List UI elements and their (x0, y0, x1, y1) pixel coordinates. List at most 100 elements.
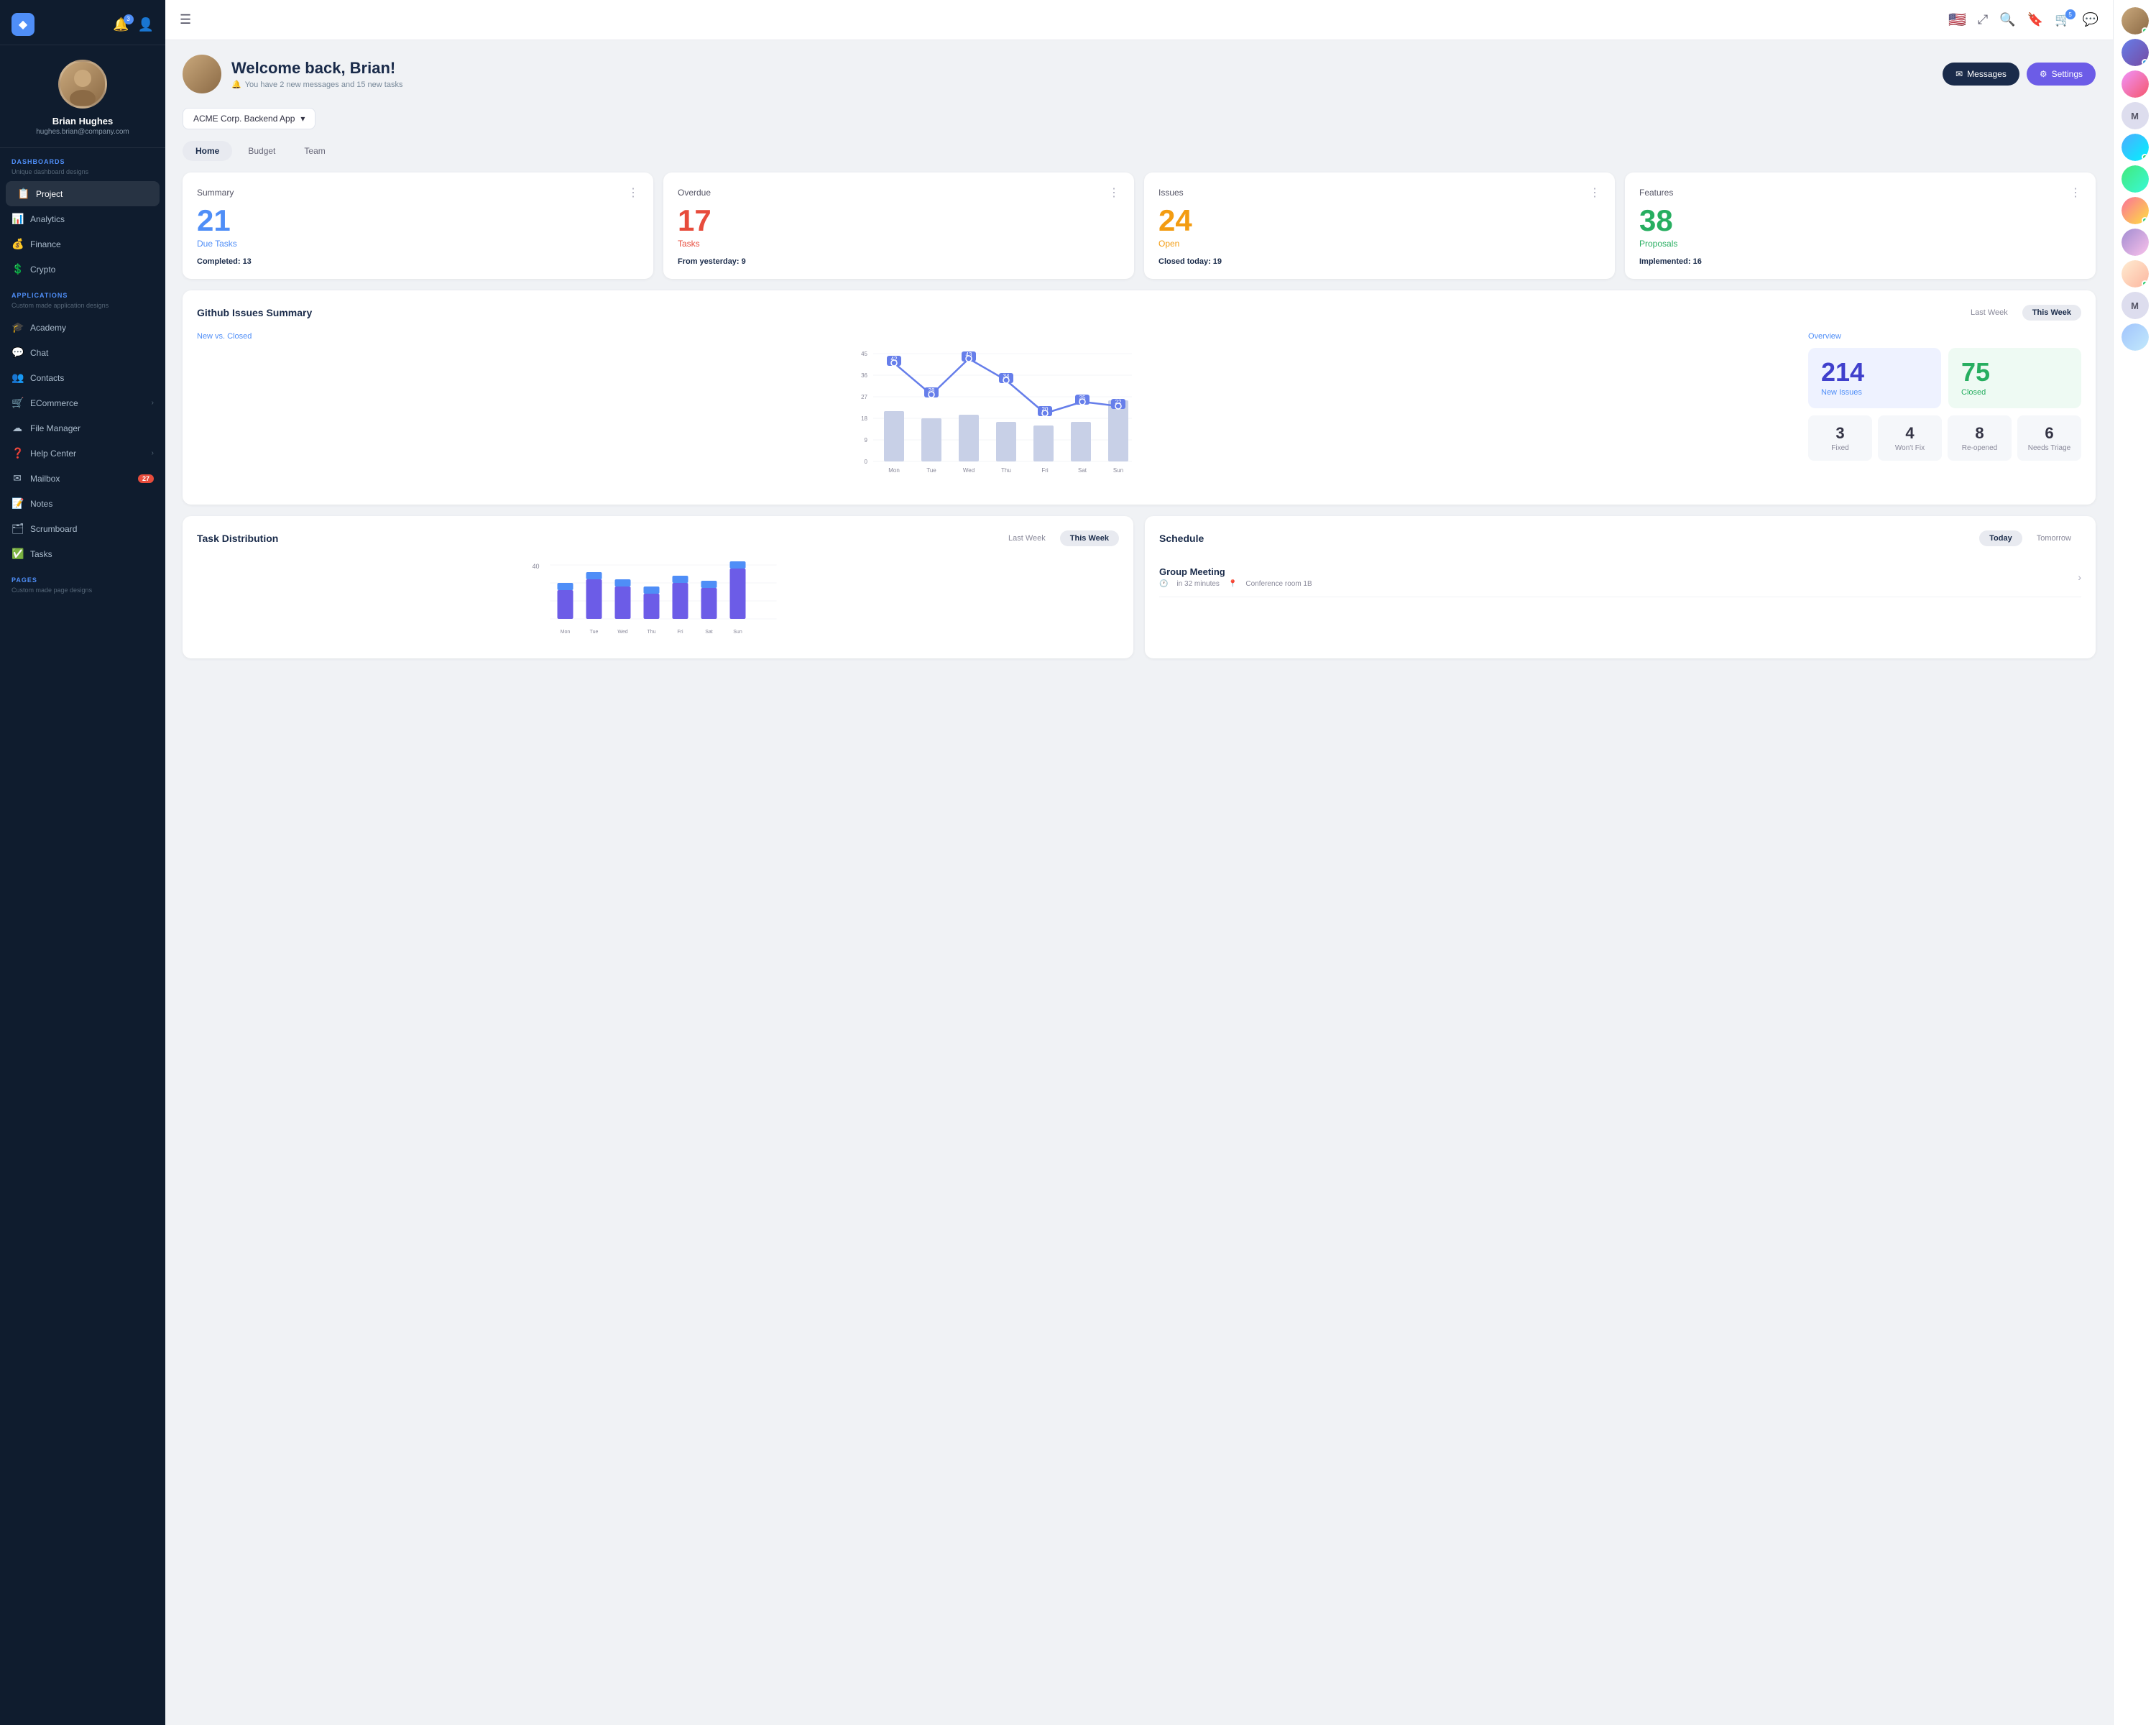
last-week-button[interactable]: Last Week (1961, 305, 2018, 321)
right-avatar-7[interactable] (2122, 197, 2149, 224)
expand-icon[interactable]: ⤢ (1978, 12, 1988, 27)
ecommerce-icon: 🛒 (11, 397, 23, 409)
sidebar-item-label: Finance (30, 239, 61, 249)
search-icon[interactable]: 🔍 (1999, 12, 2015, 27)
svg-text:18: 18 (861, 415, 867, 422)
schedule-item-meta: 🕐 in 32 minutes 📍 Conference room 1B (1159, 580, 1312, 588)
more-options-icon[interactable]: ⋮ (1108, 185, 1120, 200)
sidebar-item-scrumboard[interactable]: 🗂 Scrumboard (0, 516, 165, 541)
app-logo[interactable]: ◆ (11, 13, 34, 36)
right-avatar-9[interactable] (2122, 260, 2149, 288)
right-avatar-4[interactable]: M (2122, 102, 2149, 129)
new-issues-box: 214 New Issues (1808, 348, 1941, 408)
mini-label: Needs Triage (2023, 444, 2076, 452)
messages-icon[interactable]: 💬 (2083, 12, 2099, 27)
notification-bell[interactable]: 🔔 3 (113, 17, 129, 32)
stat-card-title: Issues (1158, 188, 1184, 198)
schedule-time: in 32 minutes (1176, 580, 1219, 588)
sidebar-icons: 🔔 3 👤 (113, 17, 154, 32)
more-options-icon[interactable]: ⋮ (1589, 185, 1600, 200)
analytics-icon: 📊 (11, 213, 23, 225)
mailbox-icon: ✉ (11, 472, 23, 484)
right-avatar-3[interactable] (2122, 70, 2149, 98)
tab-team[interactable]: Team (291, 141, 338, 161)
this-week-button[interactable]: This Week (2022, 305, 2081, 321)
shopping-cart-icon[interactable]: 🛒 5 (2055, 12, 2070, 27)
user-icon[interactable]: 👤 (138, 17, 154, 32)
sidebar-item-tasks[interactable]: ✅ Tasks (0, 541, 165, 566)
tab-budget[interactable]: Budget (235, 141, 288, 161)
github-card-title: Github Issues Summary (197, 307, 312, 318)
right-avatar-10[interactable]: M (2122, 292, 2149, 319)
welcome-text: Welcome back, Brian! 🔔 You have 2 new me… (231, 59, 402, 89)
sidebar-item-helpcenter[interactable]: ❓ Help Center › (0, 441, 165, 466)
stat-number: 17 (678, 206, 1120, 236)
stat-label: Open (1158, 239, 1600, 249)
mini-number: 6 (2023, 424, 2076, 443)
stat-cards: Summary ⋮ 21 Due Tasks Completed: 13 Ove… (183, 172, 2096, 279)
mini-reopened: 8 Re-opened (1948, 415, 2012, 461)
scrumboard-icon: 🗂 (11, 523, 23, 535)
more-options-icon[interactable]: ⋮ (627, 185, 639, 200)
notes-icon: 📝 (11, 497, 23, 510)
schedule-toggle: Today Tomorrow (1979, 530, 2081, 546)
tasks-icon: ✅ (11, 548, 23, 560)
right-avatar-1[interactable] (2122, 7, 2149, 34)
right-avatar-11[interactable] (2122, 323, 2149, 351)
applications-section-sub: Custom made application designs (0, 302, 165, 315)
right-avatar-6[interactable] (2122, 165, 2149, 193)
sidebar-item-chat[interactable]: 💬 Chat (0, 340, 165, 365)
right-avatar-5[interactable] (2122, 134, 2149, 161)
tab-home[interactable]: Home (183, 141, 232, 161)
location-icon: 📍 (1228, 580, 1237, 588)
more-options-icon[interactable]: ⋮ (2070, 185, 2081, 200)
tab-bar: Home Budget Team (183, 141, 2096, 161)
chevron-right-icon: › (152, 449, 154, 457)
sidebar-item-academy[interactable]: 🎓 Academy (0, 315, 165, 340)
sidebar-item-ecommerce[interactable]: 🛒 ECommerce › (0, 390, 165, 415)
task-dist-toggle: Last Week This Week (998, 530, 1119, 546)
messages-button[interactable]: ✉ Messages (1943, 63, 2019, 86)
sidebar-item-label: Chat (30, 348, 48, 358)
flag-icon[interactable]: 🇺🇸 (1948, 11, 1966, 29)
mini-label: Re-opened (1953, 444, 2006, 452)
sidebar-item-label: Scrumboard (30, 524, 77, 534)
sidebar-item-notes[interactable]: 📝 Notes (0, 491, 165, 516)
sidebar: ◆ 🔔 3 👤 Brian Hughes hughes.brian@compan… (0, 0, 165, 1725)
profile-email: hughes.brian@company.com (36, 128, 129, 136)
sidebar-item-crypto[interactable]: 💲 Crypto (0, 257, 165, 282)
svg-text:Sat: Sat (1078, 467, 1087, 474)
task-this-week-button[interactable]: This Week (1060, 530, 1119, 546)
today-button[interactable]: Today (1979, 530, 2022, 546)
sidebar-item-project[interactable]: 📋 Project (6, 181, 160, 206)
svg-text:40: 40 (533, 563, 540, 570)
sidebar-item-contacts[interactable]: 👥 Contacts (0, 365, 165, 390)
chevron-down-icon: ▾ (300, 114, 305, 124)
stat-number: 38 (1639, 206, 2081, 236)
pages-section-label: PAGES (0, 566, 165, 586)
sidebar-item-label: Help Center (30, 448, 76, 459)
tomorrow-button[interactable]: Tomorrow (2027, 530, 2081, 546)
overview-top-boxes: 214 New Issues 75 Closed (1808, 348, 2081, 408)
task-last-week-button[interactable]: Last Week (998, 530, 1056, 546)
task-dist-title: Task Distribution (197, 533, 278, 544)
sidebar-item-mailbox[interactable]: ✉ Mailbox 27 (0, 466, 165, 491)
mini-label: Won't Fix (1884, 444, 1936, 452)
sidebar-item-label: File Manager (30, 423, 80, 433)
stat-footer: From yesterday: 9 (678, 257, 1120, 266)
bookmark-icon[interactable]: 🔖 (2027, 12, 2043, 27)
sidebar-item-finance[interactable]: 💰 Finance (0, 231, 165, 257)
sidebar-item-analytics[interactable]: 📊 Analytics (0, 206, 165, 231)
right-avatar-2[interactable] (2122, 39, 2149, 66)
envelope-icon: ✉ (1955, 69, 1963, 79)
right-avatar-8[interactable] (2122, 229, 2149, 256)
chevron-right-icon[interactable]: › (2078, 571, 2081, 583)
sidebar-item-filemanager[interactable]: ☁ File Manager (0, 415, 165, 441)
svg-text:36: 36 (861, 372, 867, 379)
hamburger-icon[interactable]: ☰ (180, 12, 191, 27)
mini-fixed: 3 Fixed (1808, 415, 1872, 461)
settings-button[interactable]: ⚙ Settings (2027, 63, 2096, 86)
stat-card-overdue: Overdue ⋮ 17 Tasks From yesterday: 9 (663, 172, 1134, 279)
task-dist-chart: 40 (197, 558, 1119, 644)
project-selector[interactable]: ACME Corp. Backend App ▾ (183, 108, 315, 129)
